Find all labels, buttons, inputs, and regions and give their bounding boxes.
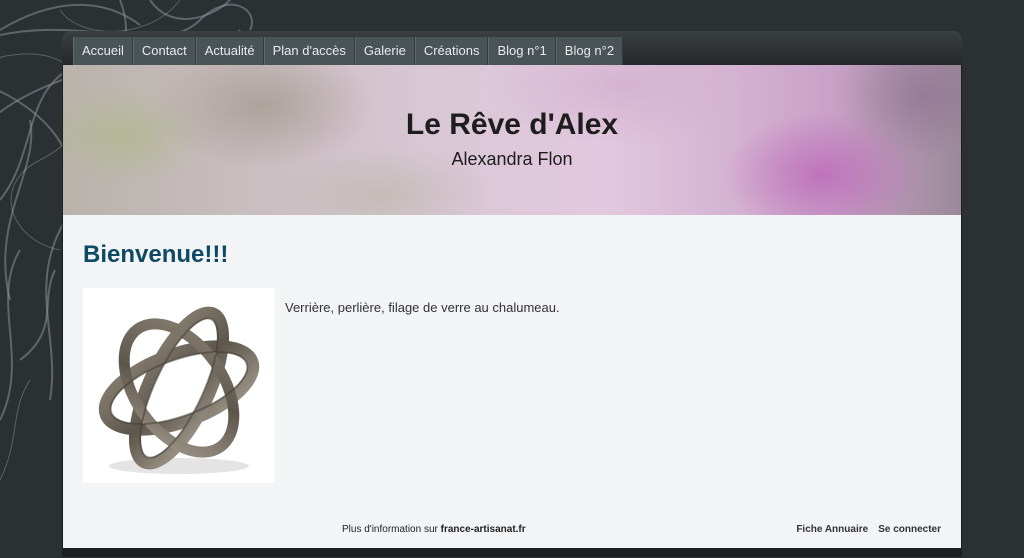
main-content: Bienvenue!!! Verrière, perlière, filage … <box>63 215 961 548</box>
nav-item-blog-2[interactable]: Blog n°2 <box>555 37 624 65</box>
footer-info: Plus d'information sur france-artisanat.… <box>342 524 526 535</box>
header-banner: Le Rêve d'Alex Alexandra Flon <box>63 65 961 215</box>
login-link[interactable]: Se connecter <box>878 524 941 535</box>
page-wrapper: Accueil Contact Actualité Plan d'accès G… <box>62 31 962 557</box>
nav-item-blog-1[interactable]: Blog n°1 <box>488 37 556 65</box>
nav-item-galerie[interactable]: Galerie <box>354 37 415 65</box>
france-artisanat-link[interactable]: france-artisanat.fr <box>441 524 526 535</box>
page-heading: Bienvenue!!! <box>83 241 229 268</box>
site-title[interactable]: Le Rêve d'Alex <box>63 108 961 142</box>
main-navigation: Accueil Contact Actualité Plan d'accès G… <box>62 31 962 65</box>
nav-item-creations[interactable]: Créations <box>414 37 489 65</box>
footer-info-prefix: Plus d'information sur <box>342 524 438 535</box>
glass-sculpture-photo[interactable] <box>83 288 275 483</box>
nav-item-contact[interactable]: Contact <box>132 37 196 65</box>
intro-text: Verrière, perlière, filage de verre au c… <box>285 300 560 315</box>
nav-item-accueil[interactable]: Accueil <box>73 37 133 65</box>
nav-item-plan-acces[interactable]: Plan d'accès <box>263 37 355 65</box>
knot-sculpture-image <box>98 306 260 474</box>
nav-item-actualite[interactable]: Actualité <box>195 37 264 65</box>
footer-links: Fiche Annuaire Se connecter <box>796 524 941 535</box>
site-subtitle: Alexandra Flon <box>451 149 573 169</box>
fiche-annuaire-link[interactable]: Fiche Annuaire <box>796 524 868 535</box>
